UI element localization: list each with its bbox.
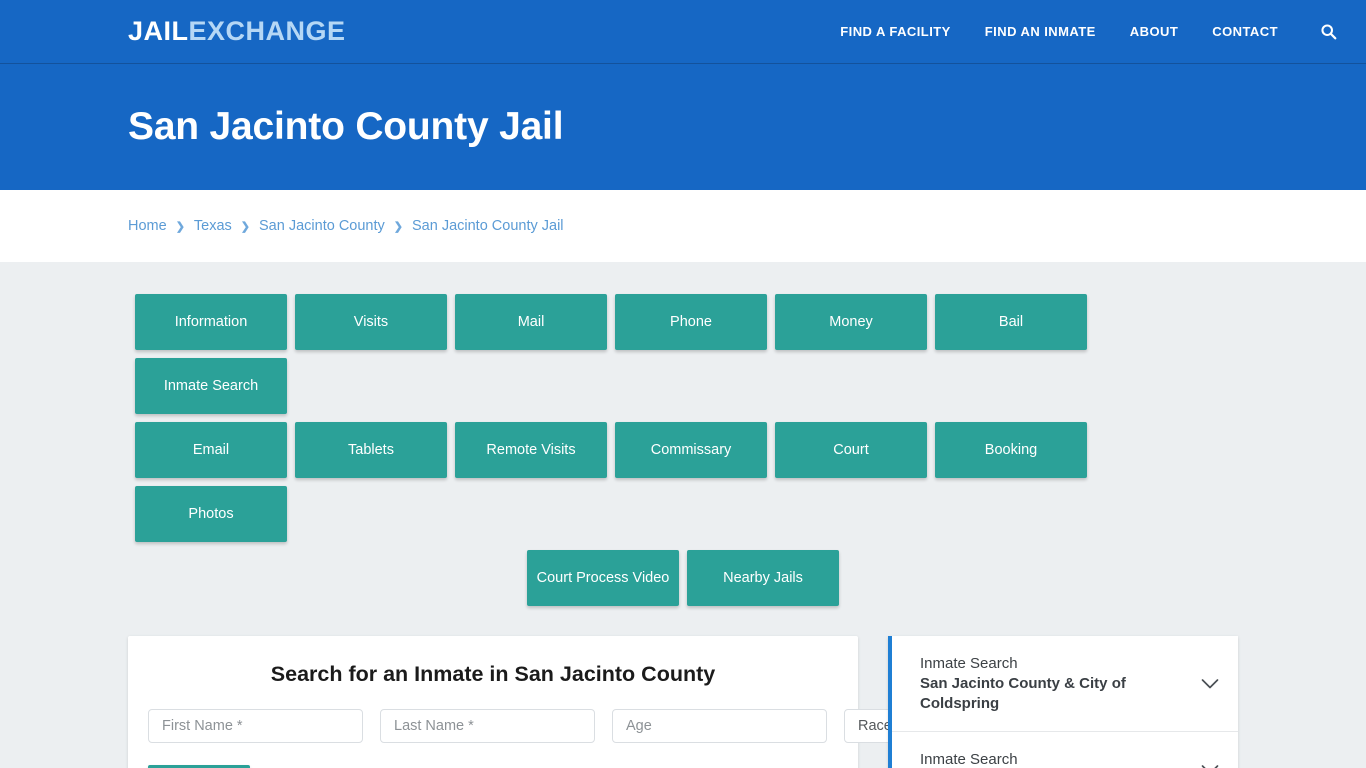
accordion-item-inmate-search-county[interactable]: Inmate Search San Jacinto County & City …: [892, 636, 1238, 733]
accordion-item-inmate-search-state[interactable]: Inmate Search State of Texas and Federal…: [892, 732, 1238, 768]
inmate-search-panel: Search for an Inmate in San Jacinto Coun…: [128, 636, 1005, 768]
last-name-input[interactable]: [380, 709, 595, 743]
chevron-right-icon: ❯: [240, 220, 251, 233]
age-input[interactable]: [612, 709, 827, 743]
tile-visits[interactable]: Visits: [295, 294, 447, 350]
accordion-item-line1: Inmate Search: [920, 751, 1018, 768]
content-columns: Search for an Inmate in San Jacinto Coun…: [128, 636, 1238, 768]
site-header: JAILEXCHANGE FIND A FACILITY FIND AN INM…: [0, 0, 1366, 64]
tile-phone[interactable]: Phone: [615, 294, 767, 350]
tile-photos[interactable]: Photos: [135, 486, 287, 542]
site-logo[interactable]: JAILEXCHANGE: [128, 18, 346, 45]
nav-item-find-a-facility[interactable]: FIND A FACILITY: [840, 24, 951, 39]
accordion-item-text: Inmate Search State of Texas and Federal…: [920, 750, 1200, 768]
breadcrumb-item-texas[interactable]: Texas: [194, 218, 232, 234]
sidebar-accordion: Inmate Search San Jacinto County & City …: [888, 636, 1238, 768]
facility-nav-grid-row-2: Email Tablets Remote Visits Commissary C…: [135, 422, 1231, 542]
accordion-item-line1: Inmate Search: [920, 655, 1018, 672]
sidebar-column: Inmate Search San Jacinto County & City …: [888, 636, 1238, 768]
tile-tablets[interactable]: Tablets: [295, 422, 447, 478]
main-navigation: FIND A FACILITY FIND AN INMATE ABOUT CON…: [840, 22, 1338, 42]
chevron-right-icon: ❯: [175, 220, 185, 233]
logo-text-secondary: EXCHANGE: [188, 16, 346, 46]
logo-text-primary: JAIL: [128, 16, 189, 46]
search-icon[interactable]: [1318, 22, 1338, 42]
page-body: Information Visits Mail Phone Money Bail…: [0, 262, 1366, 768]
accordion-item-line2: San Jacinto County & City of Coldspring: [920, 674, 1126, 712]
tile-court-process-video[interactable]: Court Process Video: [527, 550, 679, 606]
tile-information[interactable]: Information: [135, 294, 287, 350]
nav-item-find-an-inmate[interactable]: FIND AN INMATE: [985, 24, 1096, 39]
breadcrumb-band: Home ❯ Texas ❯ San Jacinto County ❯ San …: [0, 190, 1366, 262]
chevron-right-icon: ❯: [393, 220, 403, 233]
tile-bail[interactable]: Bail: [935, 294, 1087, 350]
nav-item-contact[interactable]: CONTACT: [1212, 24, 1278, 39]
first-name-input[interactable]: [148, 709, 363, 743]
tile-money[interactable]: Money: [775, 294, 927, 350]
tile-court[interactable]: Court: [775, 422, 927, 478]
hero-banner: San Jacinto County Jail: [0, 64, 1366, 190]
accordion-item-text: Inmate Search San Jacinto County & City …: [920, 654, 1200, 713]
chevron-down-icon[interactable]: [1200, 760, 1220, 768]
tile-mail[interactable]: Mail: [455, 294, 607, 350]
tile-inmate-search[interactable]: Inmate Search: [135, 358, 287, 414]
tile-booking[interactable]: Booking: [935, 422, 1087, 478]
breadcrumb-item-home[interactable]: Home: [128, 218, 167, 234]
tile-email[interactable]: Email: [135, 422, 287, 478]
tile-remote-visits[interactable]: Remote Visits: [455, 422, 607, 478]
tile-commissary[interactable]: Commissary: [615, 422, 767, 478]
breadcrumb: Home ❯ Texas ❯ San Jacinto County ❯ San …: [128, 218, 564, 234]
facility-nav-grid-row-1: Information Visits Mail Phone Money Bail…: [135, 294, 1231, 414]
main-column: Search for an Inmate in San Jacinto Coun…: [128, 636, 1005, 768]
tile-nearby-jails[interactable]: Nearby Jails: [687, 550, 839, 606]
page-title: San Jacinto County Jail: [128, 104, 564, 148]
nav-item-about[interactable]: ABOUT: [1130, 24, 1178, 39]
facility-nav-grid-row-3: Court Process Video Nearby Jails: [135, 550, 1231, 606]
inmate-search-title: Search for an Inmate in San Jacinto Coun…: [270, 662, 716, 686]
breadcrumb-item-san-jacinto-county-jail[interactable]: San Jacinto County Jail: [412, 218, 564, 234]
inmate-search-form: Race: [148, 709, 1005, 743]
breadcrumb-item-san-jacinto-county[interactable]: San Jacinto County: [259, 218, 385, 234]
chevron-down-icon[interactable]: [1200, 674, 1220, 694]
